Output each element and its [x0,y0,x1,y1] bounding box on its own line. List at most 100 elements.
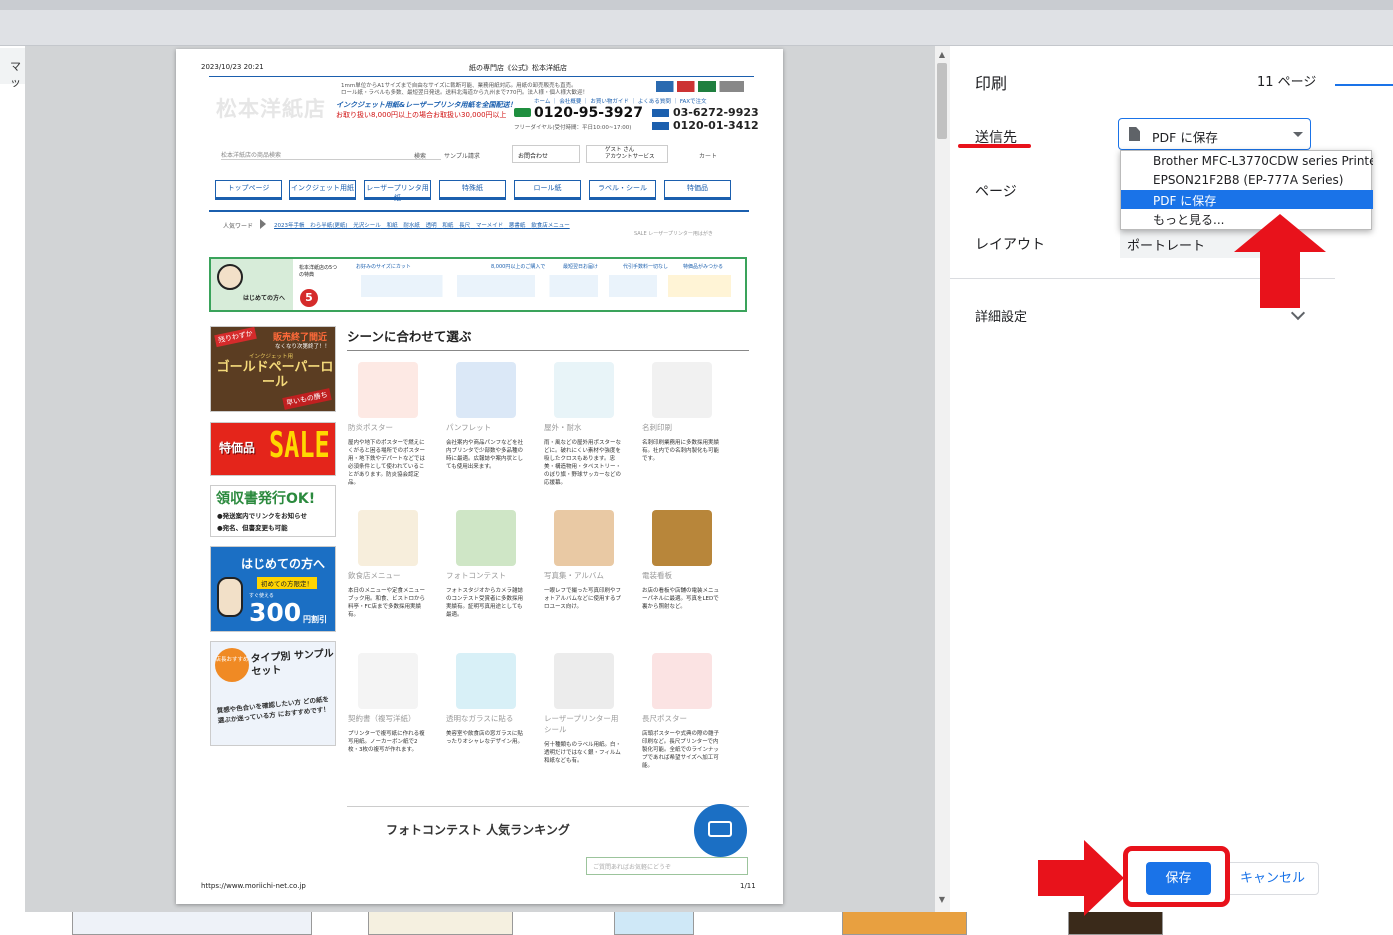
receipt-banner[interactable]: 領収書発行OK! ●発送案内でリンクをお知らせ ●宛名、但書変更も可能 [210,485,336,537]
scene-card-fire-poster[interactable]: 防炎ポスター 屋内や地下のポスターで燃えにくがると困る場所でのポスター用・地下鉄… [348,362,428,487]
contact-button[interactable]: お問合わせ [512,145,580,163]
scene-card-light-sign[interactable]: 電装看板 お店の看板や店舗の電装メニューパネルに最適。写真をLEDで裏から照射な… [642,510,722,611]
sale-label: 特価品 [219,441,256,455]
scene-desc: 名刺印刷業務用に多数採用実績有。社内での名刺内製化も可能です。 [642,440,720,462]
scene-card-business-card[interactable]: 名刺印刷 名刺印刷業務用に多数採用実績有。社内での名刺内製化も可能です。 [642,362,722,463]
nav-label[interactable]: ラベル・シール [589,180,656,200]
fax-icon [652,122,669,130]
nav-top[interactable]: トップページ [215,180,282,200]
document-icon [1129,127,1140,141]
light-sign-icon [652,510,712,566]
scene-name: パンフレット [446,423,492,432]
keyword-list[interactable]: 2023年手帳 わら半紙(更紙) 光沢シール 和紙 耐水紙 透明 和紙 長尺 マ… [274,221,570,229]
sale-banner[interactable]: 特価品 SALE [210,422,336,476]
nav-roll[interactable]: ロール紙 [514,180,581,200]
scene-desc: プリンターで複写紙に作れる複写用紙。ノーカーボン紙で2枚・3枚の複写が作れます。 [348,731,425,753]
scene-card-photo-contest[interactable]: フォトコンテスト フォトスタジオからカメラ雑誌のコンテスト受賞者に多数採用実績有… [446,510,526,619]
scene-card-contract[interactable]: 契約書（複写洋紙） プリンターで複写紙に作れる複写用紙。ノーカーボン紙で2枚・3… [348,653,428,754]
scene-card-glass[interactable]: 透明なガラスに貼る 美容室や飲食店の窓ガラスに貼ったりオシャレなデザイン用。 [446,653,526,746]
freedial-number: 0120-95-3927 [534,105,644,121]
keyword-item[interactable]: 長尺 [459,223,470,229]
cart-link[interactable]: カート [699,151,717,160]
scene-name: 飲食店メニュー [348,571,401,580]
site-search-button[interactable]: 検索 [414,151,426,160]
gold-title: ゴールドペーパーロール [216,360,334,390]
scroll-down-icon[interactable]: ▼ [937,895,947,905]
more-settings-toggle[interactable]: 詳細設定 [975,306,1027,325]
nav-special[interactable]: 特殊紙 [439,180,506,200]
keyword-item[interactable]: 耐水紙 [403,223,420,229]
site-search-input[interactable]: 松本洋紙店の商品検索 [221,144,441,160]
sale-big-text: SALE [269,425,330,466]
account-service: アカウントサービス [605,154,655,160]
keyword-item[interactable]: 光沢シール [353,223,381,229]
freedial-note: フリーダイヤル(受付時間：平日10:00~17:00) [514,125,632,131]
mascot-icon [217,264,243,290]
keyword-item[interactable]: マーメイド [476,223,503,229]
print-preview-page: 2023/10/23 20:21 紙の専門店《公式》松本洋紙店 松本洋紙店 1m… [176,49,783,904]
header-links[interactable]: ホーム ｜ 会社概要 ｜ お買い物ガイド ｜ よくある質問 ｜ FAXで注文 [534,97,707,105]
dropdown-caret-icon [1293,132,1303,137]
keyword-item[interactable]: わら半紙(更紙) [310,223,347,229]
pages-label: ページ [975,184,1017,200]
scene-card-album[interactable]: 写真集・アルバム 一眼レフで撮った写真印刷やフォトアルバムなどに使用するプロユー… [544,510,624,611]
account-button[interactable]: ゲスト さん アカウントサービス [586,145,668,163]
perk-1: お好みのサイズにカット [356,264,411,270]
nav-inkjet[interactable]: インクジェット用紙 [289,180,356,200]
keyword-item[interactable]: 和紙 [442,223,453,229]
print-footer-page: 1/11 [740,882,756,890]
nav-sale[interactable]: 特価品 [664,180,731,200]
first-time-banner[interactable]: はじめての方へ 初めての方限定！ すぐ使える 300 円割引 [210,546,336,632]
print-timestamp: 2023/10/23 20:21 [201,63,264,71]
menu-icon [358,510,418,566]
browser-toolbar [0,0,1393,46]
scene-rule [347,350,749,351]
perk-3: 最短翌日お届け [563,264,599,270]
pamphlet-icon [456,362,516,418]
preview-scrollbar-thumb[interactable] [937,63,947,139]
chat-input[interactable]: ご質問あればお気軽にどうぞ [586,857,748,875]
gold-badge: 残りわずか [214,326,257,348]
dropdown-option-epson[interactable]: EPSON21F2B8 (EP-777A Series) [1121,171,1373,190]
red-arrow-right-icon [1038,840,1124,916]
keyword-item[interactable]: 2023年手帳 [274,223,305,229]
page-count: 11 ページ [1257,75,1317,90]
scene-card-laser-sticker[interactable]: レーザープリンター用シール 何十種類ものラベル用紙。白・透明だけではなく銀・フィ… [544,653,624,765]
cancel-button[interactable]: キャンセル [1226,862,1319,895]
scene-desc: 屋内や地下のポスターで燃えにくがると困る場所でのポスター用・地下鉄やデパートなど… [348,440,426,486]
gold-paper-banner[interactable]: 残りわずか 販売終了間近 なくなり次第終了！！ インクジェット用 ゴールドペーパ… [210,326,336,412]
destination-select[interactable]: PDF に保存 [1118,118,1311,150]
perks-banner[interactable]: はじめての方へ 5 松本洋紙店の5つの特典 お好みのサイズにカット 8,000円… [209,257,747,312]
dropdown-option-pdf[interactable]: PDF に保存 [1121,190,1373,209]
highlight-underline [958,144,1031,148]
sample-badge: 店長おすすめ [215,648,249,682]
nav-laser[interactable]: レーザープリンタ用紙 [364,180,431,202]
first-sub: 初めての方限定！ [257,577,317,589]
glass-icon [456,653,516,709]
chat-button[interactable] [694,804,747,857]
sample-set-banner[interactable]: 店長おすすめ タイプ別 サンプルセット 質感や色合いを確認したい方 どの紙を選ぶ… [210,641,336,746]
dropdown-option-brother[interactable]: Brother MFC-L3770CDW series Printer [1121,152,1373,171]
perk-2: 8,000円以上のご購入で [491,264,546,270]
scene-card-menu[interactable]: 飲食店メニュー 本日のメニューや定食メニューブック用。和食、ビストロから料亭・F… [348,510,428,619]
scene-card-pamphlet[interactable]: パンフレット 会社案内や商品パンフなどを社内プリンタで少部数や多品種の時に最適。… [446,362,526,471]
nav-rule [209,210,749,212]
keyword-item[interactable]: 透明 [426,223,437,229]
keyword-item[interactable]: 悪書紙 [509,223,526,229]
scene-card-outdoor[interactable]: 屋外・耐水 雨・風などの屋外用ポスターなどに。破れにくい素材や強度を吸したクロス… [544,362,624,487]
preview-scrollbar[interactable] [935,46,950,912]
scene-name: 名刺印刷 [642,423,672,432]
sample-request-link[interactable]: サンプル請求 [444,151,480,160]
site-logo[interactable]: 松本洋紙店 [216,93,326,123]
keyword-item[interactable]: 和紙 [387,223,398,229]
scene-name: 屋外・耐水 [544,423,582,432]
scene-card-long-poster[interactable]: 長尺ポスター 店頭ポスターや式典の際の雛子印刷など。長尺プリンターで内製化可能。… [642,653,722,770]
background-tab[interactable]: マッ [0,48,26,89]
scroll-up-icon[interactable]: ▲ [937,50,947,60]
background-thumbnail [614,910,694,935]
contract-icon [358,653,418,709]
print-footer-url: https://www.moriichi-net.co.jp [201,882,306,890]
keyword-item[interactable]: 飲食店メニュー [531,223,570,229]
scene-name: 写真集・アルバム [544,571,604,580]
keyword-arrow-icon [260,219,266,229]
